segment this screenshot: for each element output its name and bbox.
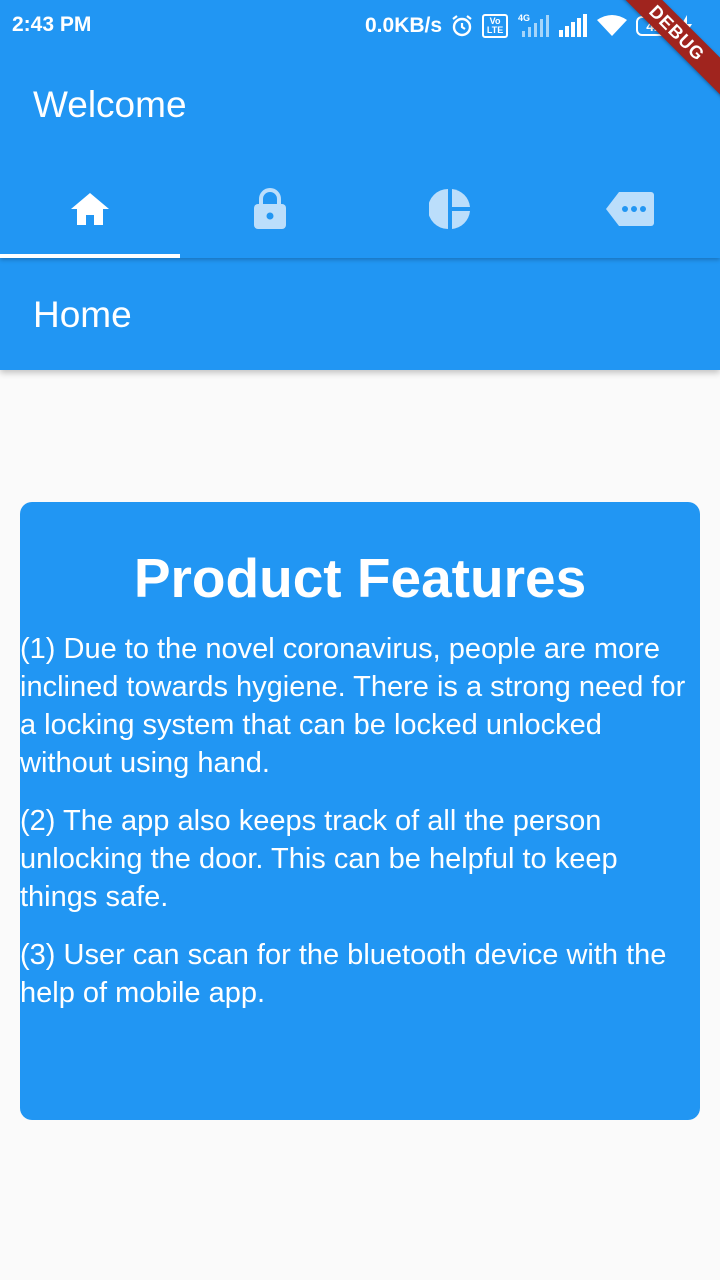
tab-chart[interactable] (360, 160, 540, 258)
wifi-icon (596, 14, 628, 38)
tab-bar (0, 160, 720, 258)
tab-indicator (0, 254, 180, 258)
product-features-card: Product Features (1) Due to the novel co… (20, 502, 700, 1120)
home-icon (69, 191, 111, 227)
network-speed: 0.0KB/s (365, 14, 443, 37)
app-title: Welcome (33, 84, 187, 125)
lock-icon (252, 188, 288, 230)
volte-icon: Vo LTE (482, 14, 509, 38)
feature-paragraph-2: (2) The app also keeps track of all the … (20, 805, 618, 913)
signal-icon (558, 14, 588, 38)
card-title: Product Features (133, 547, 587, 609)
section-header: Home (0, 258, 720, 370)
pie-chart-icon (429, 188, 471, 230)
status-time: 2:43 PM (12, 13, 92, 36)
signal-4g-icon: 4G (516, 13, 550, 39)
feature-paragraph-3: (3) User can scan for the bluetooth devi… (20, 939, 667, 1009)
label-more-icon (605, 191, 655, 227)
status-bar: 2:43 PM 0.0KB/s Vo LTE 4G 42 (0, 0, 720, 52)
feature-paragraph-1: (1) Due to the novel coronavirus, people… (20, 633, 686, 779)
section-title: Home (33, 294, 132, 335)
alarm-icon (450, 14, 474, 38)
tab-lock[interactable] (180, 160, 360, 258)
tab-home[interactable] (0, 160, 180, 258)
tab-more[interactable] (540, 160, 720, 258)
app-bar: 2:43 PM 0.0KB/s Vo LTE 4G 42 (0, 0, 720, 258)
network-type-text: 4G (518, 13, 530, 23)
